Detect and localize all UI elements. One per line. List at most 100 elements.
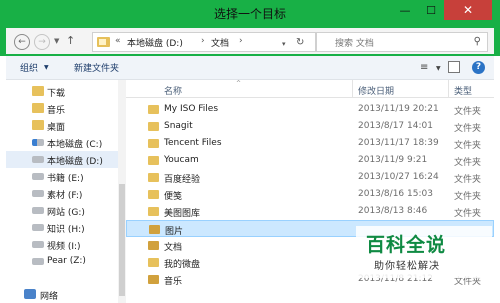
scrollbar-thumb[interactable]: [119, 184, 125, 296]
file-name: Tencent Files: [164, 138, 222, 148]
nav-item[interactable]: 素材 (F:): [6, 185, 124, 202]
folder-icon: [148, 258, 159, 267]
nav-item-label: 本地磁盘 (D:): [47, 157, 103, 167]
file-date-modified: 2013/8/16 15:03: [358, 189, 433, 199]
file-name: 图片: [165, 227, 184, 237]
drive-icon: [32, 190, 44, 197]
nav-item[interactable]: 网站 (G:): [6, 202, 124, 219]
nav-item-label: 视频 (I:): [47, 242, 81, 252]
nav-item[interactable]: 知识 (H:): [6, 219, 124, 236]
maximize-button[interactable]: ☐: [418, 0, 444, 20]
nav-item-label: 音乐: [47, 106, 66, 116]
file-type: 文件夹: [454, 141, 482, 151]
column-type[interactable]: 类型: [454, 84, 472, 97]
file-row[interactable]: 百度经验 2013/10/27 16:24 文件夹: [126, 169, 494, 186]
music-folder-icon: [32, 103, 44, 113]
file-type: 文件夹: [454, 175, 482, 185]
column-divider[interactable]: [352, 80, 353, 98]
search-input[interactable]: 搜索 文档 ⚲: [316, 32, 488, 52]
close-button[interactable]: ✕: [444, 0, 492, 20]
nav-item-label: 书籍 (E:): [47, 174, 84, 184]
folder-icon: [148, 156, 159, 165]
file-row[interactable]: Tencent Files 2013/11/17 18:39 文件夹: [126, 135, 494, 152]
file-name: 美图图库: [164, 209, 201, 219]
drive-icon: [32, 258, 44, 265]
title-bar: 选择一个目标 — ☐ ✕: [0, 0, 500, 26]
organize-button[interactable]: 组织: [20, 61, 38, 74]
search-icon[interactable]: ⚲: [474, 36, 481, 47]
file-row[interactable]: My ISO Files 2013/11/19 20:21 文件夹: [126, 101, 494, 118]
command-bar: 组织 ▼ 新建文件夹 ≡ ▼ ?: [6, 56, 494, 80]
folder-icon: [148, 190, 159, 199]
minimize-button[interactable]: —: [392, 0, 418, 20]
network-icon: [24, 289, 36, 299]
overflow-chevron-icon[interactable]: «: [115, 36, 121, 46]
watermark-slogan: 助你轻松解决: [374, 261, 440, 272]
watermark: 百科全说 助你轻松解决: [356, 226, 492, 278]
nav-item-label: 下载: [47, 89, 66, 99]
column-header: ^ 名称 修改日期 类型: [126, 80, 494, 98]
organize-dropdown-icon[interactable]: ▼: [44, 64, 49, 71]
library-folder-icon: [148, 241, 159, 250]
file-date-modified: 2013/11/9 9:21: [358, 155, 428, 165]
address-dropdown-icon[interactable]: ▾: [282, 40, 286, 48]
address-row-inner: ← → ▼ ↑ « 本地磁盘 (D:) › 文档 › ▾ ↻ 搜索 文档 ⚲: [6, 28, 494, 54]
file-row[interactable]: Snagit 2013/8/17 14:01 文件夹: [126, 118, 494, 135]
view-options-icon[interactable]: ≡: [420, 62, 428, 73]
drive-icon: [32, 224, 44, 231]
file-name: 音乐: [164, 277, 183, 287]
breadcrumb-drive-d[interactable]: 本地磁盘 (D:): [127, 36, 183, 49]
file-type: 文件夹: [454, 192, 482, 202]
folder-icon: [148, 173, 159, 182]
drive-icon: [32, 207, 44, 214]
file-row[interactable]: 美图图库 2013/8/13 8:46 文件夹: [126, 203, 494, 220]
nav-item[interactable]: 书籍 (E:): [6, 168, 124, 185]
nav-item-label: 本地磁盘 (C:): [47, 140, 103, 150]
drive-icon: [32, 156, 44, 163]
column-name[interactable]: 名称: [164, 84, 182, 97]
file-row[interactable]: Youcam 2013/11/9 9:21 文件夹: [126, 152, 494, 169]
file-type: 文件夹: [454, 158, 482, 168]
file-name: 文档: [164, 243, 183, 253]
search-placeholder: 搜索 文档: [335, 39, 374, 49]
breadcrumb-separator[interactable]: ›: [201, 36, 205, 46]
column-date-modified[interactable]: 修改日期: [358, 84, 394, 97]
sort-ascending-icon: ^: [236, 80, 242, 87]
nav-item[interactable]: 下载: [6, 83, 124, 100]
file-date-modified: 2013/10/27 16:24: [358, 172, 439, 182]
nav-item[interactable]: 视频 (I:): [6, 236, 124, 253]
desktop-folder-icon: [32, 120, 44, 130]
system-drive-icon: [32, 139, 44, 146]
back-button[interactable]: ←: [14, 34, 30, 50]
file-type: 文件夹: [454, 124, 482, 134]
preview-pane-icon[interactable]: [448, 61, 460, 73]
file-name: 我的微盘: [164, 260, 201, 270]
nav-item[interactable]: 本地磁盘 (D:): [6, 151, 124, 168]
nav-item[interactable]: 桌面: [6, 117, 124, 134]
nav-item-label: 网络: [40, 292, 59, 302]
file-type: 文件夹: [454, 209, 482, 219]
breadcrumb-documents[interactable]: 文档: [211, 36, 229, 49]
nav-item[interactable]: 网络: [6, 286, 124, 303]
folder-icon: [148, 139, 159, 148]
folder-icon: [148, 105, 159, 114]
file-row[interactable]: 便笺 2013/8/16 15:03 文件夹: [126, 186, 494, 203]
forward-button[interactable]: →: [34, 34, 50, 50]
refresh-icon[interactable]: ↻: [296, 37, 304, 48]
recent-locations-arrow-icon[interactable]: ▼: [54, 37, 59, 45]
file-name: My ISO Files: [164, 104, 219, 114]
view-dropdown-icon[interactable]: ▼: [436, 65, 441, 72]
nav-item[interactable]: 本地磁盘 (C:): [6, 134, 124, 151]
new-folder-button[interactable]: 新建文件夹: [74, 61, 119, 74]
address-row: ← → ▼ ↑ « 本地磁盘 (D:) › 文档 › ▾ ↻ 搜索 文档 ⚲: [0, 26, 500, 56]
up-button[interactable]: ↑: [66, 34, 75, 47]
column-divider[interactable]: [448, 80, 449, 98]
library-folder-icon: [149, 225, 160, 234]
nav-item[interactable]: 音乐: [6, 100, 124, 117]
file-name: 百度经验: [164, 175, 201, 185]
navigation-scrollbar[interactable]: [118, 80, 126, 303]
nav-item[interactable]: Pear (Z:): [6, 253, 124, 270]
breadcrumb-separator[interactable]: ›: [239, 36, 243, 46]
file-name: Youcam: [164, 155, 199, 165]
help-icon[interactable]: ?: [472, 61, 485, 74]
